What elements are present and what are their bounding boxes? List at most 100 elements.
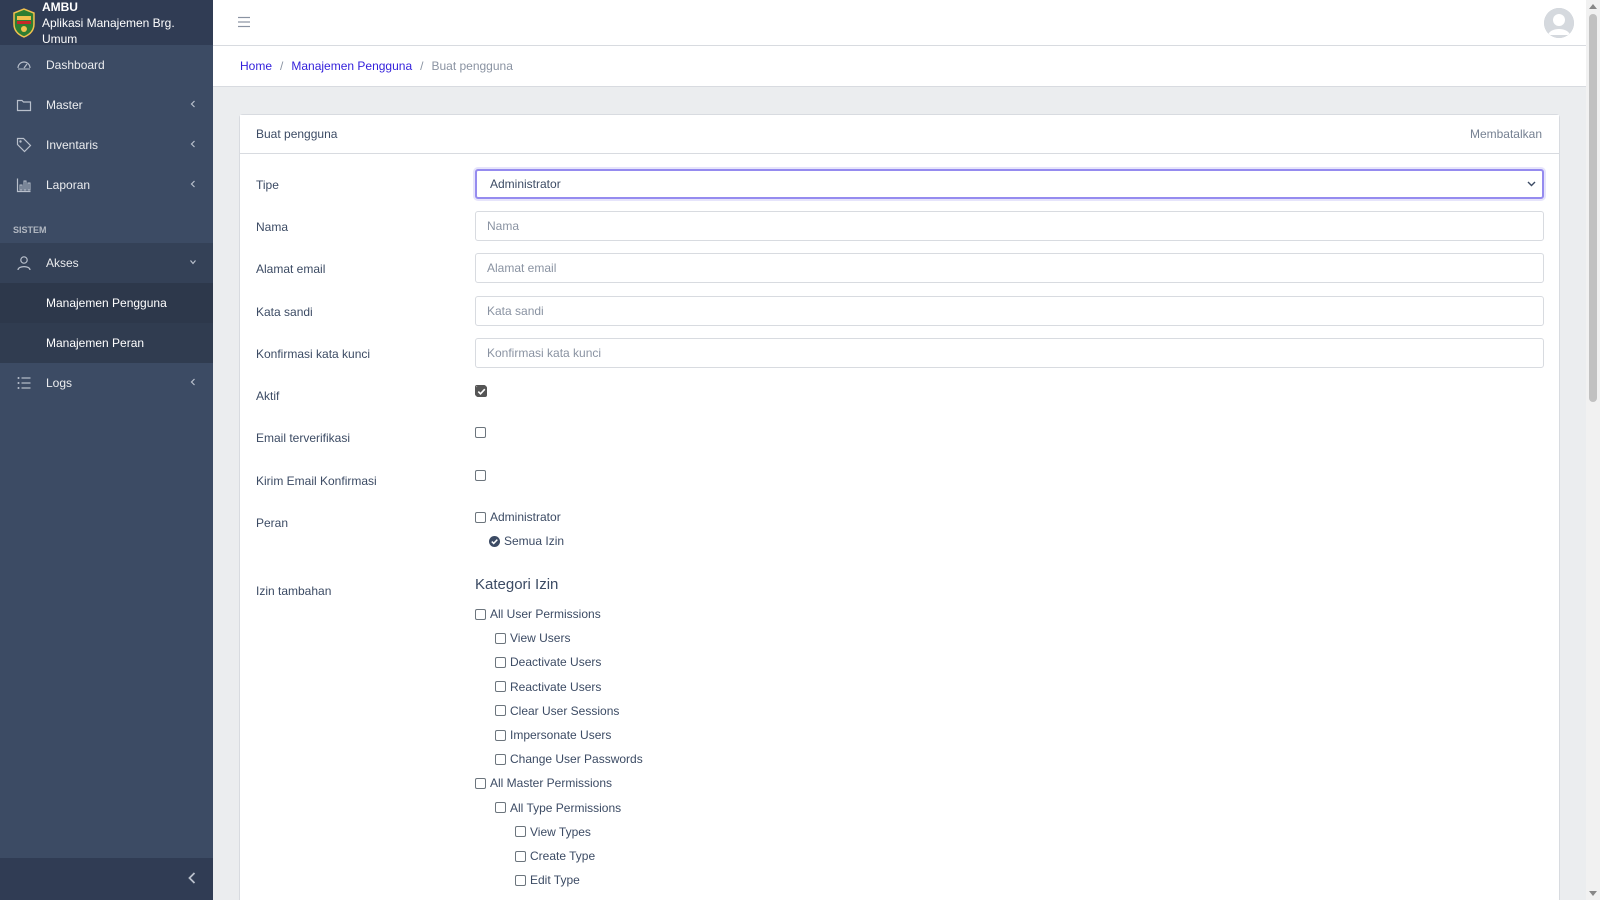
aktif-label: Aktif (256, 389, 280, 403)
email-label: Alamat email (256, 262, 326, 276)
sidebar-item-label: Laporan (46, 178, 91, 192)
permission-item[interactable]: View Types (515, 825, 591, 839)
permission-item[interactable]: All Master Permissions (475, 776, 612, 790)
role-administrator-label: Administrator (490, 510, 561, 524)
permission-checkbox[interactable] (515, 850, 526, 862)
permission-label: All Master Permissions (490, 776, 613, 791)
email-verified-checkbox[interactable] (475, 427, 486, 438)
password-confirm-input[interactable]: Konfirmasi kata kunci (475, 338, 1544, 368)
permission-label: Create Type (530, 849, 596, 863)
brand-subtitle: Aplikasi Manajemen Brg. Umum (41, 15, 175, 46)
avatar[interactable] (1544, 8, 1574, 38)
folder-icon (16, 97, 32, 113)
permission-checkbox[interactable] (515, 874, 526, 886)
permission-checkbox[interactable] (495, 802, 506, 814)
permission-checkbox[interactable] (475, 608, 486, 620)
chevron-left-icon (190, 140, 195, 148)
role-administrator-checkbox[interactable] (475, 511, 486, 523)
permission-checkbox[interactable] (475, 777, 486, 789)
permission-item[interactable]: Clear User Sessions (495, 704, 619, 718)
permission-item[interactable]: View Users (495, 631, 570, 645)
user-icon (16, 255, 32, 271)
tipe-label: Tipe (256, 178, 279, 192)
email-input[interactable]: Alamat email (475, 253, 1544, 283)
user-avatar-icon (1544, 8, 1574, 38)
password-input[interactable]: Kata sandi (475, 296, 1544, 326)
permission-item[interactable]: Change User Passwords (495, 752, 643, 766)
page-scrollbar[interactable] (1586, 0, 1600, 900)
sidebar-item-dashboard[interactable]: Dashboard (0, 45, 213, 85)
logo-icon (13, 7, 35, 38)
sidebar-subitem-manajemen-peran[interactable]: Manajemen Peran (0, 323, 213, 363)
sidebar-minimize-button[interactable] (0, 858, 213, 900)
sidebar-subitem-manajemen-pengguna[interactable]: Manajemen Pengguna (0, 283, 213, 323)
permission-label: Change User Passwords (510, 752, 643, 767)
permission-label: All Type Permissions (510, 800, 622, 815)
password-label: Kata sandi (256, 305, 313, 319)
sidebar-item-master[interactable]: Master (0, 85, 213, 125)
nama-input[interactable]: Nama (475, 211, 1544, 241)
sidebar-item-label: Master (46, 98, 83, 112)
permission-item[interactable]: Impersonate Users (495, 728, 611, 742)
permission-checkbox[interactable] (495, 632, 506, 644)
chevron-left-icon (190, 378, 195, 386)
check-circle-icon (489, 535, 500, 547)
tag-icon (16, 137, 32, 153)
permission-checkbox[interactable] (495, 729, 506, 741)
sidebar-section-title: SISTEM (13, 225, 47, 235)
peran-label: Peran (256, 516, 289, 530)
permission-item[interactable]: Reactivate Users (495, 680, 601, 694)
sidebar-item-logs[interactable]: Logs (0, 363, 213, 403)
cancel-button[interactable]: Membatalkan (1470, 127, 1542, 141)
tipe-select[interactable]: Administrator (475, 169, 1544, 199)
permission-checkbox[interactable] (495, 705, 506, 717)
sidebar: AMBU Aplikasi Manajemen Brg. Umum Dashbo… (0, 0, 213, 900)
sidebar-item-label: Dashboard (46, 58, 105, 72)
scroll-down-icon[interactable] (1589, 891, 1597, 896)
permission-checkbox[interactable] (495, 753, 506, 765)
sidebar-item-akses[interactable]: Akses (0, 243, 213, 283)
breadcrumb-home[interactable]: Home (240, 59, 272, 73)
permission-item[interactable]: All User Permissions (475, 607, 601, 621)
sidebar-item-laporan[interactable]: Laporan (0, 165, 213, 205)
user-form-card: Buat pengguna Membatalkan Tipe Administr… (239, 114, 1560, 900)
card-title: Buat pengguna (256, 127, 338, 141)
card-header: Buat pengguna Membatalkan (240, 115, 1559, 154)
breadcrumb-parent[interactable]: Manajemen Pengguna (291, 59, 412, 73)
hamburger-icon[interactable] (237, 15, 251, 29)
scrollbar-thumb[interactable] (1589, 14, 1597, 402)
chevron-left-icon (188, 872, 196, 884)
permission-checkbox[interactable] (495, 656, 506, 668)
permission-item[interactable]: Create Type (515, 849, 595, 863)
permission-label: View Types (530, 824, 591, 839)
sidebar-item-label: Logs (46, 376, 73, 390)
header (213, 0, 1586, 46)
chevron-down-icon (1527, 181, 1536, 187)
breadcrumb: Home / Manajemen Pengguna / Buat penggun… (213, 46, 1586, 87)
speedometer-icon (16, 57, 32, 73)
breadcrumb-current: Buat pengguna (431, 59, 513, 73)
extra-permissions-label: Izin tambahan (256, 584, 332, 598)
chart-icon (16, 177, 32, 193)
chevron-left-icon (190, 180, 195, 188)
role-administrator-option[interactable]: Administrator (475, 510, 561, 524)
sidebar-item-label: Akses (46, 256, 79, 270)
tipe-select-value: Administrator (490, 177, 561, 191)
send-confirmation-checkbox[interactable] (475, 470, 486, 481)
nama-label: Nama (256, 220, 289, 234)
permission-item[interactable]: Deactivate Users (495, 655, 601, 669)
brand[interactable]: AMBU Aplikasi Manajemen Brg. Umum (0, 0, 213, 46)
aktif-checkbox[interactable] (475, 385, 487, 397)
permission-checkbox[interactable] (495, 681, 506, 693)
chevron-down-icon (190, 260, 196, 265)
permission-item[interactable]: Edit Type (515, 873, 580, 887)
permission-label: Clear User Sessions (510, 703, 620, 718)
sidebar-item-inventaris[interactable]: Inventaris (0, 125, 213, 165)
permission-checkbox[interactable] (515, 826, 526, 838)
permission-item[interactable]: All Type Permissions (495, 801, 621, 815)
scroll-up-icon[interactable] (1589, 4, 1597, 9)
email-verified-label: Email terverifikasi (256, 431, 351, 445)
permission-label: Edit Type (530, 873, 580, 888)
chevron-left-icon (190, 100, 195, 108)
role-permission-item: Semua Izin (489, 534, 564, 548)
